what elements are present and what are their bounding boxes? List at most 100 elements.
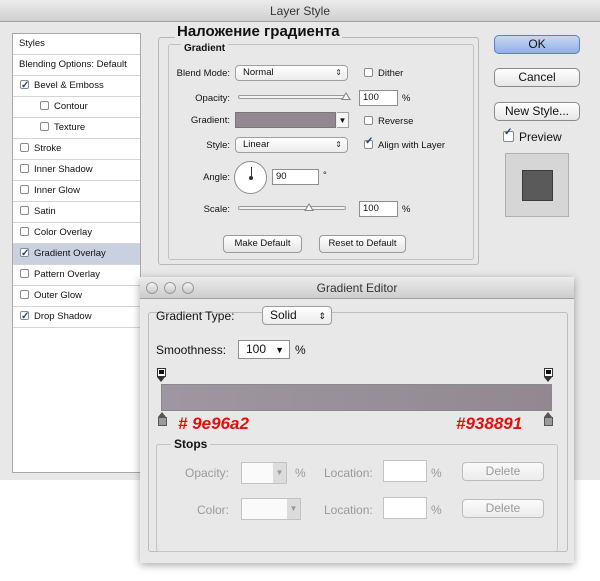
preview-checkbox[interactable]: Preview xyxy=(503,127,562,144)
stop-opacity-field[interactable]: ▼ xyxy=(241,462,287,484)
stop-color-field[interactable]: ▼ xyxy=(241,498,301,520)
smoothness-dropdown-icon[interactable]: ▼ xyxy=(275,342,284,359)
gradient-swatch[interactable] xyxy=(235,112,336,128)
style-item-label: Contour xyxy=(54,101,88,112)
style-item-label: Satin xyxy=(34,206,56,217)
style-item-checkbox[interactable] xyxy=(20,164,29,173)
blending-options-item[interactable]: Blending Options: Default xyxy=(13,55,140,76)
style-item-checkbox[interactable] xyxy=(20,290,29,299)
style-select[interactable]: Linear ⇕ xyxy=(235,137,348,153)
style-item-drop-shadow[interactable]: Drop Shadow xyxy=(13,307,140,328)
style-item-checkbox[interactable] xyxy=(20,206,29,215)
scale-slider[interactable] xyxy=(238,206,346,210)
style-item-checkbox[interactable] xyxy=(40,101,49,110)
style-item-checkbox[interactable] xyxy=(20,143,29,152)
align-check[interactable] xyxy=(364,136,373,149)
opacity-location-unit: % xyxy=(431,466,442,480)
section-title: Наложение градиента xyxy=(175,23,342,40)
delete-color-stop-button[interactable]: Delete xyxy=(462,499,544,518)
style-item-label: Bevel & Emboss xyxy=(34,80,104,91)
align-with-layer-checkbox[interactable]: Align with Layer xyxy=(364,136,446,151)
style-item-checkbox[interactable] xyxy=(20,244,29,264)
styles-header[interactable]: Styles xyxy=(13,34,140,55)
dither-check[interactable] xyxy=(364,68,373,77)
reverse-check[interactable] xyxy=(364,116,373,125)
gradient-type-label: Gradient Type: xyxy=(156,309,235,323)
reverse-label: Reverse xyxy=(378,116,414,127)
style-item-satin[interactable]: Satin xyxy=(13,202,140,223)
opacity-stop-right[interactable] xyxy=(544,368,553,382)
stop-opacity-dropdown-icon[interactable]: ▼ xyxy=(273,463,286,483)
scale-field[interactable]: 100 xyxy=(359,201,398,217)
opacity-field[interactable]: 100 xyxy=(359,90,398,106)
style-item-checkbox[interactable] xyxy=(40,122,49,131)
style-item-inner-shadow[interactable]: Inner Shadow xyxy=(13,160,140,181)
style-item-label: Inner Shadow xyxy=(34,164,93,175)
reset-to-default-button[interactable]: Reset to Default xyxy=(319,235,406,253)
reverse-checkbox[interactable]: Reverse xyxy=(364,116,413,127)
color-location-field[interactable] xyxy=(383,497,427,519)
style-item-checkbox[interactable] xyxy=(20,269,29,278)
delete-opacity-stop-button[interactable]: Delete xyxy=(462,462,544,481)
opacity-location-label: Location: xyxy=(324,466,373,480)
gradient-preview-bar[interactable] xyxy=(161,384,552,411)
angle-field[interactable]: 90 xyxy=(272,169,319,185)
gradient-type-select[interactable]: Solid ⇕ xyxy=(262,306,332,325)
preview-check[interactable] xyxy=(503,127,514,142)
style-item-label: Stroke xyxy=(34,143,62,154)
opacity-slider[interactable] xyxy=(238,95,346,99)
style-item-color-overlay[interactable]: Color Overlay xyxy=(13,223,140,244)
opacity-slider-thumb[interactable] xyxy=(341,92,351,100)
color-stop-right[interactable] xyxy=(544,412,553,427)
minimize-window-icon[interactable] xyxy=(164,282,176,294)
cancel-button[interactable]: Cancel xyxy=(494,68,580,87)
stop-opacity-label: Opacity: xyxy=(185,466,230,480)
right-color-annotation: #938891 xyxy=(456,414,523,433)
gradient-picker-arrow-icon[interactable]: ▼ xyxy=(337,112,349,128)
style-item-inner-glow[interactable]: Inner Glow xyxy=(13,181,140,202)
styles-list: Styles Blending Options: Default Bevel &… xyxy=(12,33,141,473)
preview-square xyxy=(522,170,553,201)
color-stop-left[interactable] xyxy=(158,412,167,427)
style-label: Style: xyxy=(206,140,230,151)
layer-style-title: Layer Style xyxy=(0,0,600,22)
scale-unit: % xyxy=(402,204,411,215)
angle-dial[interactable] xyxy=(234,161,267,194)
make-default-button[interactable]: Make Default xyxy=(223,235,302,253)
style-item-checkbox[interactable] xyxy=(20,76,29,96)
smoothness-unit: % xyxy=(295,343,306,357)
gradient-editor-dialog: Gradient Editor Gradient Type: Solid ⇕ S… xyxy=(140,277,574,563)
dither-checkbox[interactable]: Dither xyxy=(364,68,403,79)
close-window-icon[interactable] xyxy=(146,282,158,294)
zoom-window-icon[interactable] xyxy=(182,282,194,294)
style-item-stroke[interactable]: Stroke xyxy=(13,139,140,160)
style-item-outer-glow[interactable]: Outer Glow xyxy=(13,286,140,307)
style-item-gradient-overlay[interactable]: Gradient Overlay xyxy=(13,244,140,265)
style-item-checkbox[interactable] xyxy=(20,307,29,327)
scale-label: Scale: xyxy=(203,204,230,215)
style-item-label: Texture xyxy=(54,122,86,133)
ok-button[interactable]: OK xyxy=(494,35,580,54)
stop-color-dropdown-icon[interactable]: ▼ xyxy=(287,499,300,519)
opacity-stop-left[interactable] xyxy=(157,368,166,382)
preview-thumbnail xyxy=(505,153,569,217)
style-item-checkbox[interactable] xyxy=(20,227,29,236)
select-arrows-icon: ⇕ xyxy=(335,68,342,77)
style-item-checkbox[interactable] xyxy=(20,185,29,194)
style-item-pattern-overlay[interactable]: Pattern Overlay xyxy=(13,265,140,286)
left-color-annotation: # 9e96a2 xyxy=(178,414,249,433)
opacity-location-field[interactable] xyxy=(383,460,427,482)
scale-slider-thumb[interactable] xyxy=(304,203,314,211)
style-item-bevel-emboss[interactable]: Bevel & Emboss xyxy=(13,76,140,97)
style-item-texture[interactable]: Texture xyxy=(13,118,140,139)
style-item-label: Gradient Overlay xyxy=(34,248,106,259)
blend-mode-select[interactable]: Normal ⇕ xyxy=(235,65,348,81)
smoothness-field[interactable]: 100 ▼ xyxy=(238,340,290,359)
angle-label: Angle: xyxy=(203,172,230,183)
style-item-contour[interactable]: Contour xyxy=(13,97,140,118)
select-arrows-icon: ⇕ xyxy=(335,140,342,149)
new-style-button[interactable]: New Style... xyxy=(494,102,580,121)
gradient-label: Gradient: xyxy=(190,115,230,126)
select-arrows-icon: ⇕ xyxy=(318,311,326,321)
align-label: Align with Layer xyxy=(378,140,446,151)
